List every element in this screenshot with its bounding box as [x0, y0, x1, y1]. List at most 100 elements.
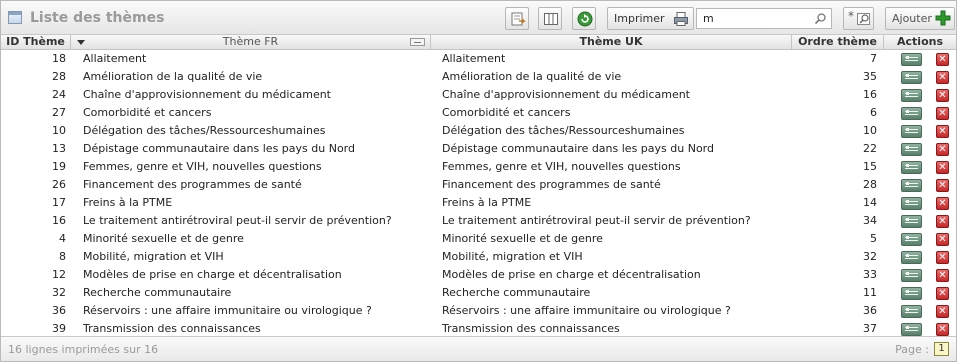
cell-id: 13 — [52, 142, 66, 155]
cell-theme-uk: Minorité sexuelle et de genre — [442, 232, 603, 245]
clear-search-button[interactable]: * — [843, 7, 874, 30]
edit-icon[interactable] — [901, 323, 922, 336]
cell-theme-uk: Modèles de prise en charge et décentrali… — [442, 268, 701, 281]
add-button[interactable]: Ajouter — [885, 7, 955, 30]
cell-order: 5 — [870, 232, 877, 245]
page-number[interactable]: 1 — [934, 342, 949, 356]
table-row[interactable]: 28 Amélioration de la qualité de vie Améli… — [1, 68, 956, 86]
table-row[interactable]: 12 Modèles de prise en charge et décentra… — [1, 266, 956, 284]
cell-theme-fr: Freins à la PTME — [83, 196, 173, 209]
delete-icon[interactable]: ✕ — [936, 269, 949, 282]
cell-theme-fr: Mobilité, migration et VIH — [83, 250, 224, 263]
cell-id: 18 — [52, 52, 66, 65]
edit-icon[interactable] — [901, 107, 922, 120]
delete-icon[interactable]: ✕ — [936, 197, 949, 210]
edit-icon[interactable] — [901, 143, 922, 156]
delete-icon[interactable]: ✕ — [936, 107, 949, 120]
cell-order: 33 — [863, 268, 877, 281]
edit-icon[interactable] — [901, 179, 922, 192]
cell-theme-uk: Chaîne d'approvisionnement du médicament — [442, 88, 690, 101]
delete-icon[interactable]: ✕ — [936, 53, 949, 66]
column-filter-icon[interactable] — [410, 38, 425, 46]
plus-icon — [935, 10, 951, 26]
export-icon — [511, 12, 526, 26]
delete-icon[interactable]: ✕ — [936, 287, 949, 300]
column-header-fr-label: Thème FR — [222, 35, 279, 48]
columns-icon — [544, 13, 558, 25]
column-header-uk[interactable]: Thème UK — [431, 35, 792, 50]
column-header-id[interactable]: ID Thème — [1, 35, 71, 50]
edit-icon[interactable] — [901, 215, 922, 228]
cell-order: 7 — [870, 52, 877, 65]
table-row[interactable]: 4 Minorité sexuelle et de genre Minorité s… — [1, 230, 956, 248]
column-header-order[interactable]: Ordre thème — [792, 35, 884, 50]
column-header-fr[interactable]: Thème FR — [71, 35, 431, 50]
cell-theme-fr: Minorité sexuelle et de genre — [83, 232, 244, 245]
delete-icon[interactable]: ✕ — [936, 71, 949, 84]
cell-theme-fr: Le traitement antirétroviral peut-il ser… — [83, 214, 392, 227]
edit-icon[interactable] — [901, 125, 922, 138]
cell-theme-fr: Financement des programmes de santé — [83, 178, 302, 191]
search-icon[interactable] — [814, 12, 827, 25]
edit-icon[interactable] — [901, 269, 922, 282]
edit-icon[interactable] — [901, 233, 922, 246]
cell-theme-fr: Allaitement — [83, 52, 147, 65]
table-row[interactable]: 36 Réservoirs : une affaire immunitaire o… — [1, 302, 956, 320]
edit-icon[interactable] — [901, 71, 922, 84]
delete-icon[interactable]: ✕ — [936, 233, 949, 246]
edit-icon[interactable] — [901, 287, 922, 300]
cell-theme-fr: Recherche communautaire — [83, 286, 232, 299]
cell-id: 10 — [52, 124, 66, 137]
table-row[interactable]: 32 Recherche communautaire Recherche commu… — [1, 284, 956, 302]
cell-theme-uk: Amélioration de la qualité de vie — [442, 70, 622, 83]
print-label: Imprimer — [614, 12, 665, 25]
edit-icon[interactable] — [901, 251, 922, 264]
delete-icon[interactable]: ✕ — [936, 125, 949, 138]
delete-icon[interactable]: ✕ — [936, 143, 949, 156]
edit-icon[interactable] — [901, 197, 922, 210]
export-button[interactable] — [505, 7, 529, 30]
table-row[interactable]: 16 Le traitement antirétroviral peut-il s… — [1, 212, 956, 230]
print-button[interactable]: Imprimer — [607, 7, 694, 30]
cell-theme-fr: Femmes, genre et VIH, nouvelles question… — [83, 160, 322, 173]
table-row[interactable]: 26 Financement des programmes de santé Fin… — [1, 176, 956, 194]
cell-id: 4 — [59, 232, 66, 245]
cell-theme-uk: Allaitement — [442, 52, 506, 65]
cell-order: 16 — [863, 88, 877, 101]
edit-icon[interactable] — [901, 53, 922, 66]
edit-icon[interactable] — [901, 305, 922, 318]
cell-theme-uk: Réservoirs : une affaire immunitaire ou … — [442, 304, 731, 317]
cell-id: 36 — [52, 304, 66, 317]
cell-theme-uk: Le traitement antirétroviral peut-il ser… — [442, 214, 751, 227]
delete-icon[interactable]: ✕ — [936, 89, 949, 102]
refresh-button[interactable] — [572, 7, 596, 30]
search-input[interactable] — [696, 8, 832, 29]
cell-order: 22 — [863, 142, 877, 155]
table-row[interactable]: 13 Dépistage communautaire dans les pays … — [1, 140, 956, 158]
delete-icon[interactable]: ✕ — [936, 215, 949, 228]
table-row[interactable]: 18 Allaitement Allaitement 7 ✕ — [1, 50, 956, 68]
table-row[interactable]: 27 Comorbidité et cancers Comorbidité et c… — [1, 104, 956, 122]
delete-icon[interactable]: ✕ — [936, 305, 949, 318]
edit-icon[interactable] — [901, 161, 922, 174]
cell-id: 26 — [52, 178, 66, 191]
table-row[interactable]: 24 Chaîne d'approvisionnement du médicame… — [1, 86, 956, 104]
table-row[interactable]: 10 Délégation des tâches/Ressourceshumain… — [1, 122, 956, 140]
cell-order: 32 — [863, 250, 877, 263]
cell-theme-uk: Comorbidité et cancers — [442, 106, 571, 119]
delete-icon[interactable]: ✕ — [936, 251, 949, 264]
sort-desc-icon — [77, 40, 85, 45]
edit-icon[interactable] — [901, 89, 922, 102]
cell-order: 11 — [863, 286, 877, 299]
cell-id: 8 — [59, 250, 66, 263]
table-row[interactable]: 8 Mobilité, migration et VIH Mobilité, mig… — [1, 248, 956, 266]
cell-theme-fr: Délégation des tâches/Ressourceshumaines — [83, 124, 326, 137]
table-row[interactable]: 17 Freins à la PTME Freins à la PTME 14 ✕ — [1, 194, 956, 212]
delete-icon[interactable]: ✕ — [936, 179, 949, 192]
cell-theme-uk: Délégation des tâches/Ressourceshumaines — [442, 124, 685, 137]
table-row[interactable]: 19 Femmes, genre et VIH, nouvelles questi… — [1, 158, 956, 176]
delete-icon[interactable]: ✕ — [936, 161, 949, 174]
delete-icon[interactable]: ✕ — [936, 323, 949, 336]
cell-id: 19 — [52, 160, 66, 173]
columns-button[interactable] — [538, 7, 562, 30]
